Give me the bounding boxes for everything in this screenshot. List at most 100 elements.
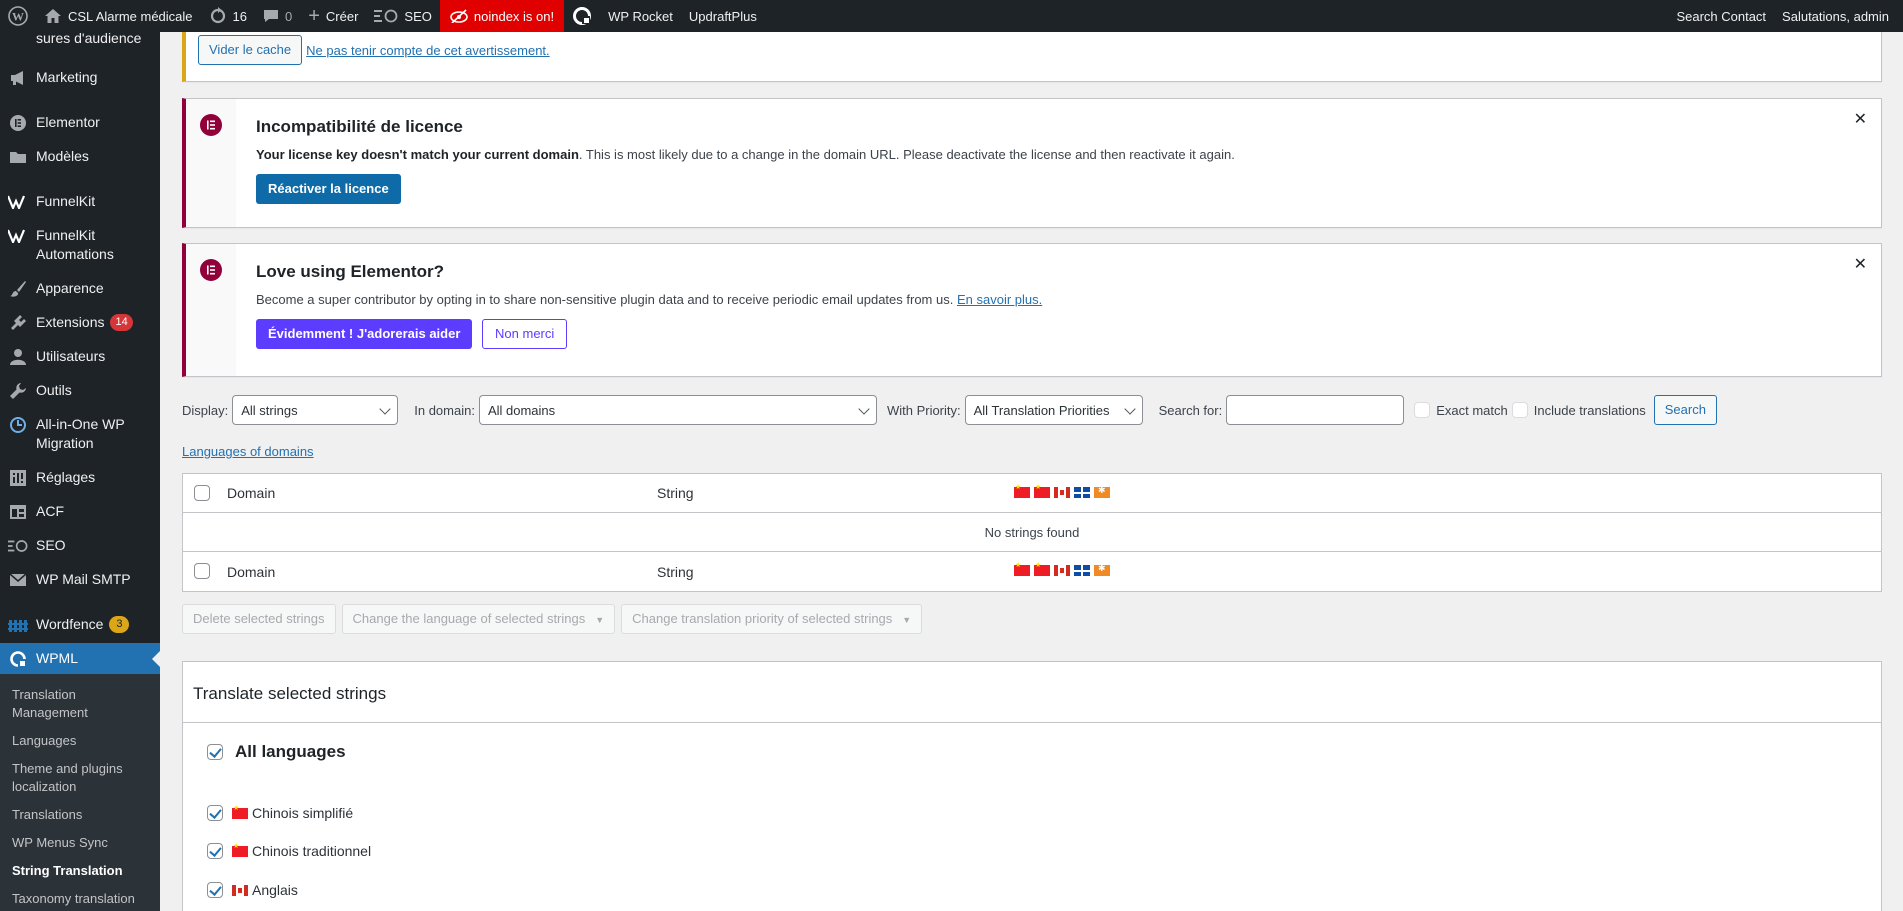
display-select[interactable]: All strings [232,395,399,425]
chevron-down-icon [379,403,391,415]
empty-message: No strings found [984,524,1080,540]
updraftplus-link[interactable]: UpdraftPlus [681,0,765,32]
priority-select[interactable]: All Translation Priorities [964,395,1143,425]
domain-value: All domains [487,402,556,418]
change-language-select[interactable]: Change the language of selected strings ▼ [341,604,616,634]
submenu-wp-menus-sync[interactable]: WP Menus Sync [0,829,160,857]
settings-icon [8,468,28,487]
wpml-admin-link[interactable] [564,0,600,32]
sidebar-item-modeles[interactable]: Modèles [0,141,160,172]
wp-rocket-link[interactable]: WP Rocket [600,0,681,32]
noindex-warning[interactable]: noindex is on! [439,0,565,32]
qc-flag-icon [1074,565,1090,576]
clear-cache-button[interactable]: Vider le cache [198,35,303,65]
folder-icon [8,147,28,166]
chevron-down-icon [1123,403,1136,415]
sidebar-item-wp-mail-smtp[interactable]: WP Mail SMTP [0,564,160,595]
sidebar-item-label: FunnelKit [36,193,96,209]
column-string[interactable]: String [657,564,694,580]
language-flags [1014,561,1110,576]
seo-icon [374,9,398,23]
language-name: Anglais [252,882,298,898]
exact-match-checkbox[interactable] [1414,402,1431,418]
license-notice: Incompatibilité de licence Your license … [182,98,1882,228]
change-priority-label: Change translation priority of selected … [632,611,893,626]
plugin-icon [8,313,28,332]
domain-select[interactable]: All domains [478,395,877,425]
language-checkbox[interactable] [207,882,223,898]
chevron-down-icon [858,403,870,415]
sidebar-item-all-in-one-migration[interactable]: All-in-One WP Migration [0,409,160,459]
optin-accept-button[interactable]: Évidemment ! J'adorerais aider [256,319,473,349]
dismiss-warning-link[interactable]: Ne pas tenir compte de cet avertissement… [306,43,550,58]
submenu-translation-management[interactable]: Translation Management [0,681,160,727]
sidebar-item-marketing[interactable]: Marketing [0,62,160,93]
close-icon[interactable]: ✕ [1854,109,1867,129]
sidebar-item-acf[interactable]: ACF [0,496,160,527]
updates-count: 16 [232,8,247,24]
sidebar-item-funnelkit[interactable]: FunnelKit [0,186,160,217]
sidebar-item-label: sures d'audience [36,32,142,46]
reactivate-license-button[interactable]: Réactiver la licence [256,174,401,204]
chevron-down-icon: ▼ [902,615,912,625]
search-contact-link[interactable]: Search Contact [1668,0,1774,32]
submenu-string-translation[interactable]: String Translation [0,857,160,885]
wordpress-logo-icon[interactable]: W [0,0,36,32]
close-icon[interactable]: ✕ [1854,254,1867,274]
sidebar-item-elementor[interactable]: Elementor [0,107,160,138]
acf-icon [8,502,28,521]
site-name-link[interactable]: CSL Alarme médicale [36,0,201,32]
search-input[interactable] [1226,395,1405,425]
table-header: Domain String [183,474,1881,513]
sidebar-item-extensions[interactable]: Extensions 14 [0,307,160,338]
updates-link[interactable]: 16 [201,0,255,32]
language-checkbox[interactable] [207,805,223,821]
sidebar-item-apparence[interactable]: Apparence [0,273,160,304]
column-domain[interactable]: Domain [227,564,275,580]
wp-rocket-label: WP Rocket [608,8,673,24]
languages-of-domains-link[interactable]: Languages of domains [182,444,314,459]
select-all-checkbox[interactable] [194,563,210,579]
wpml-icon [8,649,28,668]
elementor-optin-notice: Love using Elementor? Become a super con… [182,243,1882,377]
change-language-label: Change the language of selected strings [352,611,586,626]
change-priority-select[interactable]: Change translation priority of selected … [621,604,923,634]
all-languages-checkbox[interactable] [207,744,223,760]
sidebar-item-utilisateurs[interactable]: Utilisateurs [0,341,160,372]
seo-link[interactable]: SEO [366,0,439,32]
sidebar-item-seo[interactable]: SEO [0,530,160,561]
optin-decline-button[interactable]: Non merci [482,319,568,349]
submenu-translations[interactable]: Translations [0,801,160,829]
table-footer: Domain String [183,552,1881,591]
admin-sidebar: sures d'audience Marketing Elementor Mod… [0,32,160,911]
sidebar-item-reglages[interactable]: Réglages [0,462,160,493]
license-notice-title: Incompatibilité de licence [256,117,463,136]
select-all-checkbox[interactable] [194,485,210,501]
column-domain[interactable]: Domain [227,485,275,501]
wordfence-icon [8,615,28,634]
new-content-link[interactable]: + Créer [300,0,366,32]
bulk-actions: Delete selected strings Change the langu… [182,604,923,634]
delete-selected-button[interactable]: Delete selected strings [182,604,336,634]
translate-panel-title: Translate selected strings [183,662,1881,723]
wpml-icon [572,6,592,26]
search-button[interactable]: Search [1653,395,1717,425]
sidebar-item-audience[interactable]: sures d'audience [0,32,160,54]
language-checkbox[interactable] [207,843,223,859]
learn-more-link[interactable]: En savoir plus. [957,292,1042,307]
include-translations-checkbox[interactable] [1511,402,1528,418]
svg-text:W: W [12,10,24,24]
license-notice-rest: . This is most likely due to a change in… [578,147,1235,162]
column-string[interactable]: String [657,485,694,501]
sidebar-item-outils[interactable]: Outils [0,375,160,406]
sidebar-item-label: ACF [36,503,64,519]
sidebar-item-wpml[interactable]: WPML [0,643,160,674]
sidebar-item-wordfence[interactable]: Wordfence 3 [0,609,160,640]
submenu-languages[interactable]: Languages [0,727,160,755]
submenu-taxonomy-translation[interactable]: Taxonomy translation [0,885,160,911]
account-menu[interactable]: Salutations, admin [1774,0,1903,32]
submenu-theme-plugins-localization[interactable]: Theme and plugins localization [0,755,160,801]
sidebar-item-funnelkit-automations[interactable]: FunnelKit Automations [0,220,160,270]
elementor-logo-icon [200,259,222,281]
comments-link[interactable]: 0 [255,0,300,32]
